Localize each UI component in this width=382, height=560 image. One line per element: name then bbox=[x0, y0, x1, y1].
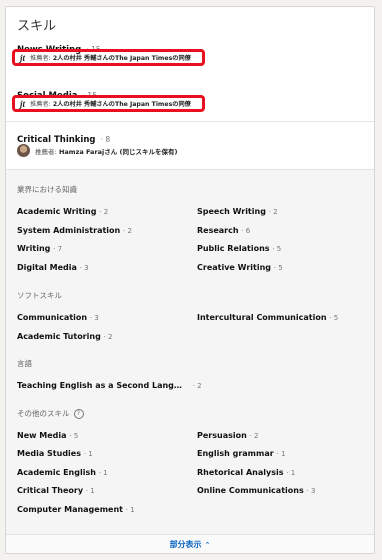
industry-knowledge-title: 業界における知識 bbox=[17, 185, 77, 194]
skill-item[interactable]: Persuasion · 2 bbox=[197, 431, 259, 440]
divider bbox=[6, 121, 374, 122]
skill-count: · 3 bbox=[79, 264, 89, 272]
skill-item[interactable]: Creative Writing · 5 bbox=[197, 263, 283, 272]
skill-name: Persuasion bbox=[197, 431, 247, 440]
other-skills-label: その他のスキル bbox=[17, 409, 70, 418]
skill-item[interactable]: Academic Tutoring · 2 bbox=[17, 332, 113, 341]
endorsement-highlight-1[interactable]: jt 推薦者: 2人の村井 秀輔さんのThe Japan Timesの同僚 bbox=[12, 49, 205, 66]
endorsement-row-3[interactable]: 推薦者: Hamza Farajさん (同じスキルを保有) bbox=[17, 144, 177, 157]
endorsement-text: 推薦者: 2人の村井 秀輔さんのThe Japan Timesの同僚 bbox=[30, 53, 191, 62]
skills-card: スキル News Writing · 15 jt 推薦者: 2人の村井 秀輔さん… bbox=[5, 6, 375, 554]
skill-count: · 1 bbox=[83, 450, 93, 458]
endorsement-highlight-2[interactable]: jt 推薦者: 2人の村井 秀輔さんのThe Japan Timesの同僚 bbox=[12, 95, 205, 112]
skill-name: Speech Writing bbox=[197, 207, 266, 216]
skill-item[interactable]: Speech Writing · 2 bbox=[197, 207, 278, 216]
other-skills-title: その他のスキル? bbox=[17, 408, 84, 419]
skill-name: Academic English bbox=[17, 468, 96, 477]
skill-count: · 2 bbox=[249, 432, 259, 440]
avatar bbox=[17, 144, 30, 157]
endorser-name: 2人の村井 秀輔さんのThe Japan Timesの同僚 bbox=[52, 55, 191, 62]
skill-item[interactable]: English grammar · 1 bbox=[197, 449, 285, 458]
skill-item[interactable]: New Media · 5 bbox=[17, 431, 78, 440]
skill-count: · 6 bbox=[241, 227, 251, 235]
skill-name: Critical Theory bbox=[17, 486, 84, 495]
skill-count: · 5 bbox=[272, 245, 282, 253]
skill-name: Digital Media bbox=[17, 263, 77, 272]
skill-item[interactable]: Online Communications · 3 bbox=[197, 486, 315, 495]
skill-name: Rhetorical Analysis bbox=[197, 468, 284, 477]
show-less-label: 部分表示 bbox=[169, 540, 202, 549]
skill-name: Writing bbox=[17, 244, 51, 253]
skill-item[interactable]: Teaching English as a Second Lang… · 2 bbox=[17, 381, 202, 390]
skill-count: · 2 bbox=[103, 333, 113, 341]
skill-count: · 5 bbox=[69, 432, 79, 440]
skill-item[interactable]: System Administration · 2 bbox=[17, 226, 132, 235]
endorser-prefix: 推薦者: bbox=[30, 55, 51, 62]
endorsement-text: 推薦者: Hamza Farajさん (同じスキルを保有) bbox=[35, 146, 177, 156]
skill-item[interactable]: Digital Media · 3 bbox=[17, 263, 89, 272]
languages-title: 言語 bbox=[17, 359, 32, 368]
skill-count: · 1 bbox=[125, 506, 135, 514]
skill-item[interactable]: Academic Writing · 2 bbox=[17, 207, 108, 216]
endorser-name: 2人の村井 秀輔さんのThe Japan Timesの同僚 bbox=[52, 101, 191, 108]
skill-item[interactable]: Writing · 7 bbox=[17, 244, 62, 253]
endorser-name: Hamza Farajさん (同じスキルを保有) bbox=[58, 147, 178, 156]
skill-item[interactable]: Intercultural Communication · 5 bbox=[197, 313, 338, 322]
skill-name: Computer Management bbox=[17, 505, 123, 514]
skill-count: · 1 bbox=[85, 487, 95, 495]
skill-count: · 2 bbox=[268, 208, 278, 216]
skill-item[interactable]: Research · 6 bbox=[197, 226, 250, 235]
endorsement-count: · 8 bbox=[100, 135, 111, 144]
japan-times-logo-icon: jt bbox=[20, 52, 26, 63]
help-icon[interactable]: ? bbox=[73, 409, 84, 419]
skill-count: · 3 bbox=[89, 314, 99, 322]
skill-count: · 1 bbox=[276, 450, 286, 458]
skill-count: · 2 bbox=[192, 382, 202, 390]
additional-skills-panel: 業界における知識 Academic Writing · 2 Speech Wri… bbox=[6, 169, 374, 553]
endorser-prefix: 推薦者: bbox=[30, 101, 51, 108]
skill-count: · 7 bbox=[53, 245, 63, 253]
skill-name: Academic Writing bbox=[17, 207, 97, 216]
skill-count: · 5 bbox=[273, 264, 283, 272]
skill-item[interactable]: Rhetorical Analysis · 1 bbox=[197, 468, 295, 477]
skill-item[interactable]: Computer Management · 1 bbox=[17, 505, 135, 514]
skill-count: · 1 bbox=[286, 469, 296, 477]
skill-name: Media Studies bbox=[17, 449, 81, 458]
skill-item[interactable]: Critical Theory · 1 bbox=[17, 486, 95, 495]
skill-name: Intercultural Communication bbox=[197, 313, 327, 322]
chevron-up-icon: ⌃ bbox=[204, 541, 211, 549]
skill-name: Research bbox=[197, 226, 239, 235]
soft-skills-title: ソフトスキル bbox=[17, 291, 62, 300]
endorser-prefix: 推薦者: bbox=[35, 147, 57, 156]
skill-name: Academic Tutoring bbox=[17, 332, 101, 341]
skill-item[interactable]: Academic English · 1 bbox=[17, 468, 108, 477]
skill-name: Teaching English as a Second Lang… bbox=[17, 381, 182, 390]
japan-times-logo-icon: jt bbox=[20, 98, 26, 109]
skill-name: New Media bbox=[17, 431, 67, 440]
skill-count: · 1 bbox=[98, 469, 108, 477]
skill-item[interactable]: Media Studies · 1 bbox=[17, 449, 93, 458]
skill-item[interactable]: Public Relations · 5 bbox=[197, 244, 281, 253]
endorsement-text: 推薦者: 2人の村井 秀輔さんのThe Japan Timesの同僚 bbox=[30, 99, 191, 108]
skill-name: English grammar bbox=[197, 449, 274, 458]
skill-name: Online Communications bbox=[197, 486, 304, 495]
skill-count: · 2 bbox=[99, 208, 109, 216]
skill-name: Creative Writing bbox=[197, 263, 271, 272]
skill-item[interactable]: Communication · 3 bbox=[17, 313, 99, 322]
show-less-button[interactable]: 部分表示 ⌃ bbox=[6, 534, 374, 553]
section-title: スキル bbox=[17, 19, 57, 34]
skill-count: · 2 bbox=[123, 227, 132, 235]
skill-name: Communication bbox=[17, 313, 88, 322]
skill-count: · 3 bbox=[306, 487, 316, 495]
skill-name: Public Relations bbox=[197, 244, 270, 253]
skill-name: System Administration bbox=[17, 226, 121, 235]
skill-count: · 5 bbox=[329, 314, 339, 322]
